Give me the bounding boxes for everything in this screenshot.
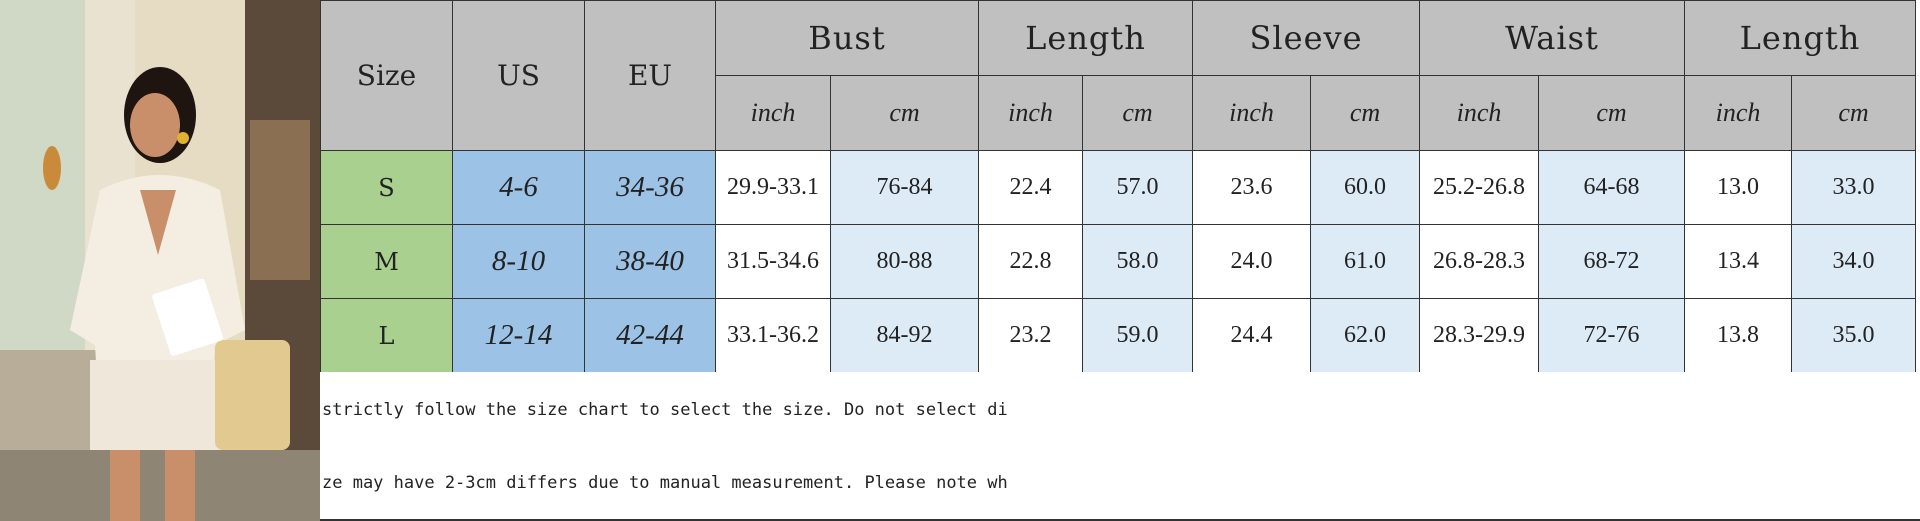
eu-size: 34-36 — [584, 150, 716, 225]
length-cm: 59.0 — [1082, 298, 1193, 373]
length2-cm: 35.0 — [1791, 298, 1916, 373]
us-size: 8-10 — [452, 224, 585, 299]
waist-inch: 28.3-29.9 — [1419, 298, 1539, 373]
unit-inch: inch — [1419, 75, 1539, 151]
table-row: L 12-14 42-44 33.1-36.2 84-92 23.2 59.0 … — [320, 298, 1916, 373]
unit-cm: cm — [1538, 75, 1685, 151]
length-cm: 58.0 — [1082, 224, 1193, 299]
sleeve-cm: 60.0 — [1310, 150, 1420, 225]
unit-inch: inch — [715, 75, 831, 151]
sleeve-inch: 24.0 — [1192, 224, 1311, 299]
header-size: Size — [320, 0, 453, 151]
header-sleeve: Sleeve — [1192, 0, 1420, 76]
bust-cm: 80-88 — [830, 224, 979, 299]
size-chart-table: Size US EU Bust Length Sleeve Waist Leng… — [320, 0, 1916, 373]
header-length: Length — [978, 0, 1193, 76]
length-inch: 23.2 — [978, 298, 1083, 373]
sleeve-cm: 62.0 — [1310, 298, 1420, 373]
table-row: S 4-6 34-36 29.9-33.1 76-84 22.4 57.0 23… — [320, 150, 1916, 225]
note-size-chart: strictly follow the size chart to select… — [322, 400, 1008, 420]
header-us: US — [452, 0, 585, 151]
bust-inch: 31.5-34.6 — [715, 224, 831, 299]
bust-cm: 76-84 — [830, 150, 979, 225]
size-label: S — [320, 150, 453, 225]
table-row: M 8-10 38-40 31.5-34.6 80-88 22.8 58.0 2… — [320, 224, 1916, 299]
length-inch: 22.8 — [978, 224, 1083, 299]
unit-cm: cm — [1082, 75, 1193, 151]
length-inch: 22.4 — [978, 150, 1083, 225]
unit-inch: inch — [978, 75, 1083, 151]
size-notes: strictly follow the size chart to select… — [320, 372, 1920, 521]
unit-inch: inch — [1684, 75, 1792, 151]
length2-cm: 33.0 — [1791, 150, 1916, 225]
us-size: 4-6 — [452, 150, 585, 225]
length-cm: 57.0 — [1082, 150, 1193, 225]
waist-cm: 72-76 — [1538, 298, 1685, 373]
unit-cm: cm — [1791, 75, 1916, 151]
waist-cm: 64-68 — [1538, 150, 1685, 225]
waist-inch: 25.2-26.8 — [1419, 150, 1539, 225]
length2-inch: 13.4 — [1684, 224, 1792, 299]
waist-cm: 68-72 — [1538, 224, 1685, 299]
product-photo — [0, 0, 320, 521]
us-size: 12-14 — [452, 298, 585, 373]
sleeve-inch: 24.4 — [1192, 298, 1311, 373]
note-measurement: ze may have 2-3cm differs due to manual … — [322, 473, 1008, 493]
eu-size: 42-44 — [584, 298, 716, 373]
bust-cm: 84-92 — [830, 298, 979, 373]
unit-cm: cm — [1310, 75, 1420, 151]
size-label: L — [320, 298, 453, 373]
bust-inch: 29.9-33.1 — [715, 150, 831, 225]
header-waist: Waist — [1419, 0, 1685, 76]
length2-inch: 13.8 — [1684, 298, 1792, 373]
unit-inch: inch — [1192, 75, 1311, 151]
waist-inch: 26.8-28.3 — [1419, 224, 1539, 299]
header-bust: Bust — [715, 0, 979, 76]
header-length-2: Length — [1684, 0, 1916, 76]
length2-cm: 34.0 — [1791, 224, 1916, 299]
size-label: M — [320, 224, 453, 299]
length2-inch: 13.0 — [1684, 150, 1792, 225]
header-eu: EU — [584, 0, 716, 151]
model-image — [0, 0, 320, 521]
eu-size: 38-40 — [584, 224, 716, 299]
bust-inch: 33.1-36.2 — [715, 298, 831, 373]
unit-cm: cm — [830, 75, 979, 151]
sleeve-cm: 61.0 — [1310, 224, 1420, 299]
header-row-groups: Size US EU Bust Length Sleeve Waist Leng… — [320, 0, 1916, 151]
sleeve-inch: 23.6 — [1192, 150, 1311, 225]
